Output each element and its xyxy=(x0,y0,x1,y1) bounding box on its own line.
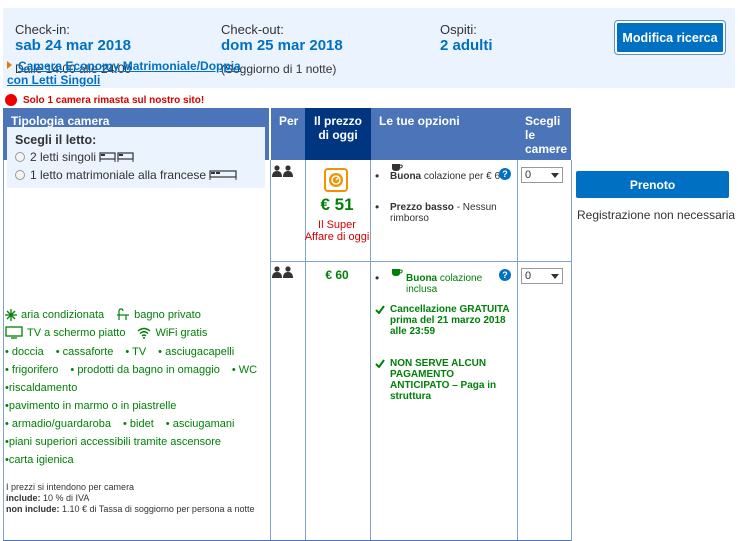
info-icon[interactable]: ? xyxy=(499,269,511,281)
room-name: Camera Economy Matrimoniale/Doppia con L… xyxy=(7,59,241,87)
price-note-exclude: non include: 1.10 € di Tassa di soggiorn… xyxy=(6,504,255,514)
header-today-price-line2: di oggi xyxy=(318,128,358,142)
info-icon[interactable]: ? xyxy=(499,168,511,180)
facility-wardrobe: • armadio/guardaroba xyxy=(5,418,111,430)
facility-wifi: WiFi gratis xyxy=(155,326,208,339)
double-radio[interactable] xyxy=(15,170,25,180)
deal-badge-icon xyxy=(324,168,348,192)
bullet: • xyxy=(375,200,380,214)
facility-hairdryer: • asciugacapelli xyxy=(158,346,235,358)
checkin-date[interactable]: sab 24 mar 2018 xyxy=(15,37,131,54)
rooms-select-option-1[interactable]: 0 xyxy=(521,167,563,183)
checkmark-icon xyxy=(375,359,385,368)
book-button[interactable]: Prenoto xyxy=(576,171,729,198)
tv-icon xyxy=(5,326,23,339)
bed-option-double[interactable]: 1 letto matrimoniale alla francese xyxy=(15,168,237,182)
bath-icon xyxy=(116,308,130,321)
divider xyxy=(370,160,371,541)
header-today-price: Il prezzo di oggi xyxy=(305,108,371,160)
facilities-row-3: • doccia • cassaforte • TV • asciugacape… xyxy=(5,346,234,358)
facility-shower: • doccia xyxy=(5,346,44,358)
arrow-icon xyxy=(7,61,12,69)
alert-dot-icon xyxy=(5,94,17,106)
header-per: Per xyxy=(271,108,305,160)
checkin-label: Check-in: xyxy=(15,22,70,37)
facility-towels: • asciugamani xyxy=(165,418,235,430)
divider xyxy=(571,160,572,541)
facility-lift: • piani superiori accessibili tramite as… xyxy=(5,436,222,448)
facility-fridge: • frigorifero xyxy=(5,364,59,376)
modify-search-button[interactable]: Modifica ricerca xyxy=(615,21,725,54)
checkmark-icon xyxy=(375,305,385,314)
twin-radio[interactable] xyxy=(15,152,25,162)
coffee-cup-icon xyxy=(392,269,403,276)
facility-wc: • WC xyxy=(231,364,258,376)
no-registration-note: Registrazione non necessaria xyxy=(577,208,736,222)
facility-flat-tv: TV a schermo piatto xyxy=(27,326,126,339)
price-note-per-room: I prezzi si intendono per camera xyxy=(6,482,135,492)
price-notes: I prezzi si intendono per camera include… xyxy=(6,482,268,515)
room-name-link[interactable]: Camera Economy Matrimoniale/Doppia con L… xyxy=(7,59,265,87)
bullet: • xyxy=(375,271,380,285)
free-cancellation: Cancellazione GRATUITA prima del 21 marz… xyxy=(390,304,510,337)
bed-option-twin[interactable]: 2 letti singoli xyxy=(15,150,135,164)
bed-choice-title: Scegli il letto: xyxy=(15,133,97,147)
bullet: • xyxy=(375,169,380,183)
super-deal-label: Il Super Affare di oggi xyxy=(304,219,370,243)
twin-label: 2 letti singoli xyxy=(30,150,97,164)
facility-tv: • TV xyxy=(125,346,147,358)
wifi-icon xyxy=(137,327,151,339)
double-label: 1 letto matrimoniale alla francese xyxy=(30,168,207,182)
no-prepayment: NON SERVE ALCUN PAGAMENTO ANTICIPATO – P… xyxy=(390,358,497,402)
availability-warning: Solo 1 camera rimasta sul nostro sito! xyxy=(5,94,204,106)
single-beds-icon xyxy=(99,152,134,162)
snowflake-icon xyxy=(5,308,17,321)
facilities-row-7: • armadio/guardaroba • bidet • asciugama… xyxy=(5,418,234,430)
facility-bath: bagno privato xyxy=(134,308,201,321)
option-1-breakfast: Buona colazione per € 6 xyxy=(390,171,501,182)
checkout-label: Check-out: xyxy=(221,22,284,37)
price-note-include: include: 10 % di IVA xyxy=(6,493,90,503)
guests-icons-option-1 xyxy=(272,165,294,177)
header-choose-line1: Scegli xyxy=(525,114,561,128)
header-choose-line2: le xyxy=(525,128,536,142)
checkout-date[interactable]: dom 25 mar 2018 xyxy=(221,37,343,54)
facilities-row-2: TV a schermo piatto WiFi gratis xyxy=(5,326,207,339)
facility-heating: • riscaldamento xyxy=(5,382,78,394)
price-option-1: € 51 xyxy=(320,195,354,214)
bed-choice-box: Scegli il letto: 2 letti singoli 1 letto… xyxy=(7,127,265,188)
facility-paper: • carta igienica xyxy=(5,454,74,466)
chevron-down-icon xyxy=(551,274,559,279)
two-persons-icon xyxy=(272,266,293,278)
guests-label: Ospiti: xyxy=(440,22,477,37)
chevron-down-icon xyxy=(551,173,559,178)
option-2-breakfast: Buona colazione inclusa xyxy=(406,273,483,295)
header-options: Le tue opzioni xyxy=(371,108,517,160)
divider xyxy=(270,160,271,541)
header-today-price-line1: Il prezzo xyxy=(313,114,362,128)
header-choose-rooms: Scegli le camere xyxy=(517,108,571,160)
price-option-2: € 60 xyxy=(325,268,349,282)
facilities-row-1: aria condizionata bagno privato xyxy=(5,308,201,321)
double-bed-icon xyxy=(209,170,237,180)
facility-safe: • cassaforte xyxy=(55,346,114,358)
two-persons-icon xyxy=(272,165,293,177)
divider xyxy=(305,160,306,541)
guests-icons-option-2 xyxy=(272,266,294,278)
header-choose-line3: camere xyxy=(525,142,568,156)
row-divider xyxy=(271,261,571,262)
rooms-select-option-2[interactable]: 0 xyxy=(521,268,563,284)
warning-text: Solo 1 camera rimasta sul nostro sito! xyxy=(23,94,205,106)
facilities-row-4: • frigorifero • prodotti da bagno in oma… xyxy=(5,364,257,376)
facility-bidet: • bidet xyxy=(123,418,154,430)
facility-floor: • pavimento in marmo o in piastrelle xyxy=(5,400,177,412)
facility-ac: aria condizionata xyxy=(21,308,105,321)
divider xyxy=(517,160,518,541)
facility-toiletries: • prodotti da bagno in omaggio xyxy=(70,364,220,376)
guests-value[interactable]: 2 adulti xyxy=(440,37,493,54)
option-1-refund: Prezzo basso - Nessun rimborso xyxy=(390,202,497,224)
divider xyxy=(3,160,4,541)
